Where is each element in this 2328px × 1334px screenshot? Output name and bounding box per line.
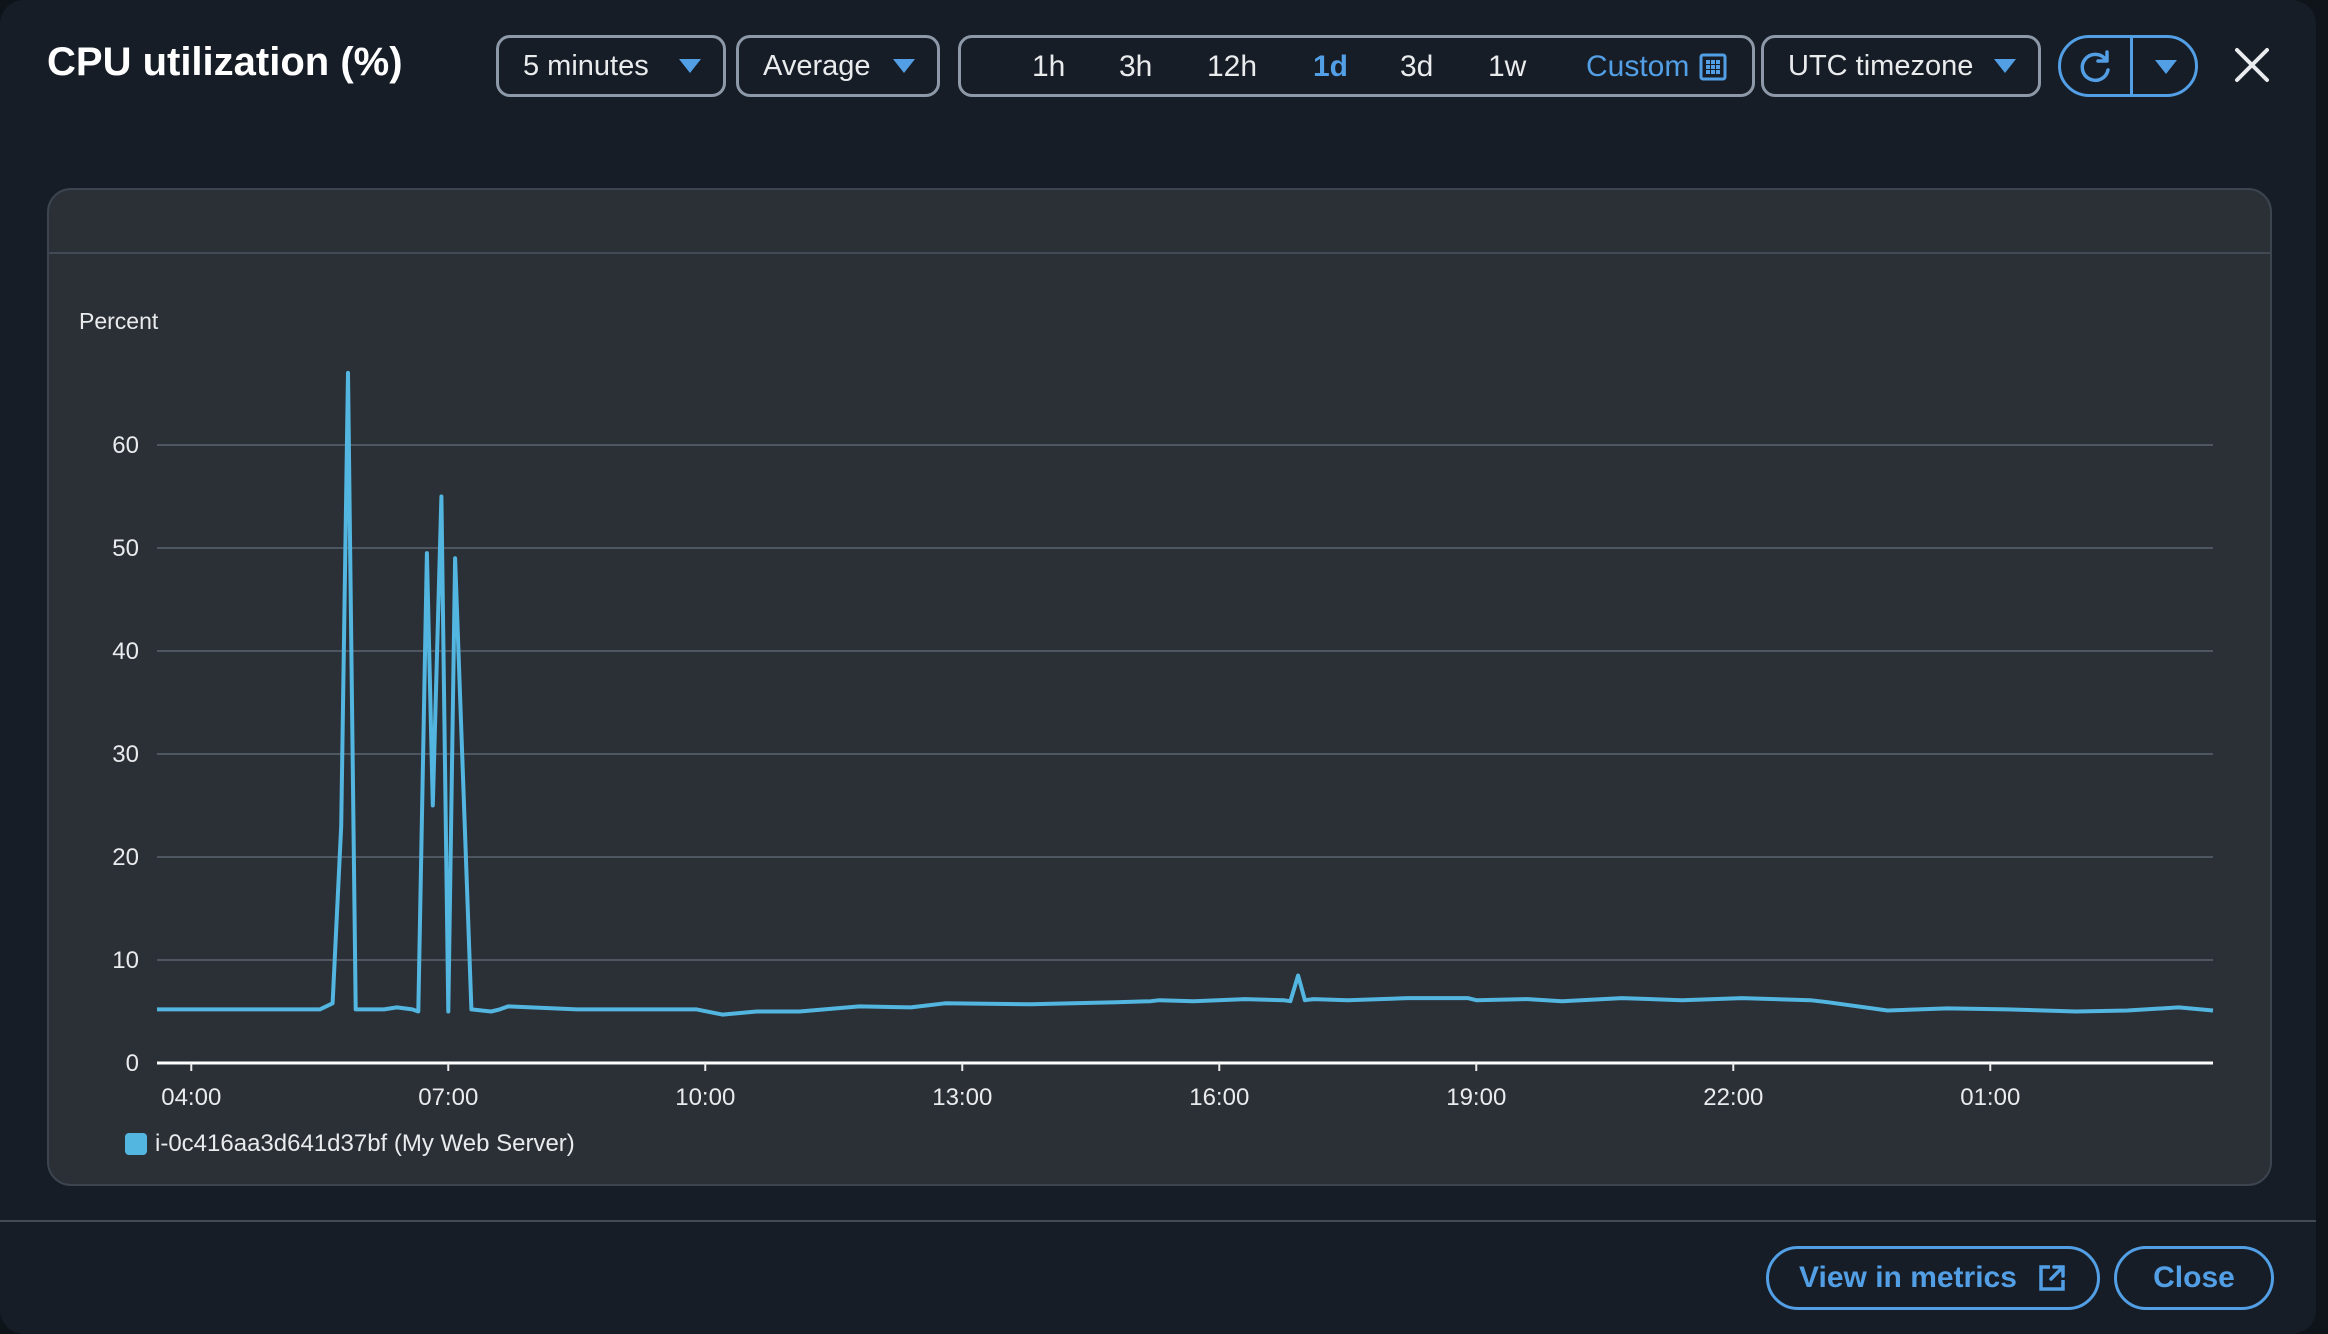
calendar-icon <box>1699 53 1727 81</box>
divider <box>2130 38 2133 94</box>
statistic-value: Average <box>763 49 871 82</box>
chart-panel: Percent 0 10 20 30 40 50 60 04:00 07:00 10:00 13:0… <box>47 188 2272 1186</box>
range-custom[interactable]: Custom <box>1586 50 1689 84</box>
refresh-icon[interactable] <box>2076 48 2114 86</box>
range-3h[interactable]: 3h <box>1119 50 1152 84</box>
close-button[interactable]: Close <box>2114 1246 2274 1310</box>
caret-down-icon <box>893 59 915 73</box>
refresh-options-caret-icon[interactable] <box>2155 60 2177 74</box>
refresh-button-group <box>2058 35 2198 97</box>
x-tick-label: 04:00 <box>161 1084 221 1111</box>
x-tick-label: 16:00 <box>1189 1084 1249 1111</box>
legend-label: i-0c416aa3d641d37bf (My Web Server) <box>155 1130 575 1157</box>
y-tick-label: 40 <box>112 638 139 665</box>
y-tick-label: 30 <box>112 741 139 768</box>
page-title: CPU utilization (%) <box>47 40 403 84</box>
x-tick-label: 19:00 <box>1446 1084 1506 1111</box>
close-icon[interactable] <box>2227 40 2277 90</box>
y-tick-label: 60 <box>112 432 139 459</box>
x-tick-label: 22:00 <box>1703 1084 1763 1111</box>
custom-label: Custom <box>1586 50 1690 83</box>
y-tick-label: 10 <box>112 947 139 974</box>
footer-divider <box>0 1220 2316 1222</box>
range-1d[interactable]: 1d <box>1313 50 1348 84</box>
y-tick-label: 20 <box>112 844 139 871</box>
view-in-metrics-button[interactable]: View in metrics <box>1766 1246 2100 1310</box>
x-tick-label: 07:00 <box>418 1084 478 1111</box>
range-12h[interactable]: 12h <box>1207 50 1257 84</box>
statistic-select[interactable]: Average <box>736 35 940 97</box>
caret-down-icon <box>679 59 701 73</box>
close-label: Close <box>2153 1261 2235 1294</box>
legend[interactable]: i-0c416aa3d641d37bf (My Web Server) <box>125 1130 575 1158</box>
y-tick-label: 0 <box>126 1050 139 1077</box>
timezone-value: UTC timezone <box>1788 49 1974 82</box>
period-value: 5 minutes <box>523 49 649 82</box>
range-3d[interactable]: 3d <box>1400 50 1433 84</box>
external-link-icon <box>2039 1265 2065 1291</box>
time-range-selector: 1h 3h 12h 1d 3d 1w Custom <box>958 35 1755 97</box>
series-line[interactable] <box>157 370 2214 1017</box>
caret-down-icon <box>1994 59 2016 73</box>
x-tick-label: 13:00 <box>932 1084 992 1111</box>
cpu-line-chart: 0 10 20 30 40 50 60 04:00 07:00 10:00 13:00 16:00 19… <box>112 370 2214 1111</box>
x-tick-label: 10:00 <box>675 1084 735 1111</box>
metric-modal: CPU utilization (%) 5 minutes Average 1h… <box>0 0 2316 1334</box>
legend-swatch <box>125 1133 147 1155</box>
view-in-metrics-label: View in metrics <box>1799 1261 2017 1294</box>
range-1w[interactable]: 1w <box>1488 50 1526 84</box>
x-tick-label: 01:00 <box>1960 1084 2020 1111</box>
period-select[interactable]: 5 minutes <box>496 35 726 97</box>
timezone-select[interactable]: UTC timezone <box>1761 35 2041 97</box>
y-tick-label: 50 <box>112 535 139 562</box>
range-1h[interactable]: 1h <box>1032 50 1065 84</box>
